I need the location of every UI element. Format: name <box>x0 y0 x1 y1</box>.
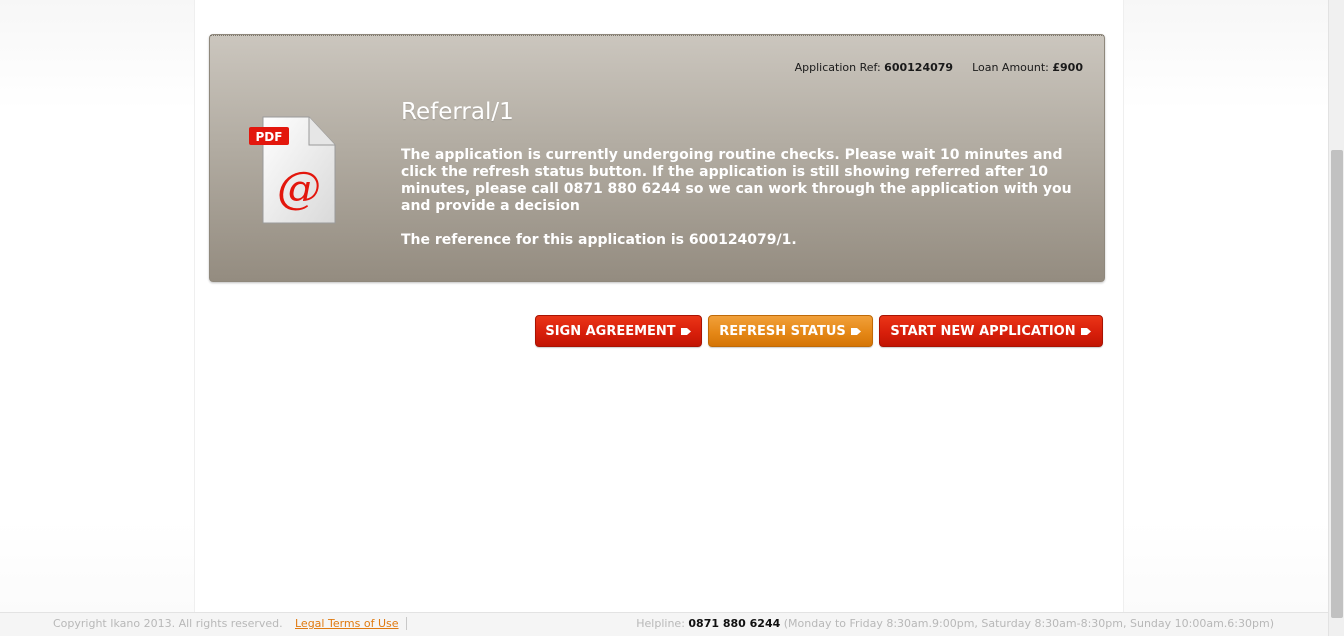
loan-amount-value: £900 <box>1052 61 1083 74</box>
helpline-hours: (Monday to Friday 8:30am.9:00pm, Saturda… <box>783 617 1274 630</box>
application-ref-value: 600124079 <box>884 61 954 74</box>
start-new-application-label: START NEW APPLICATION <box>890 323 1076 339</box>
arrow-right-icon <box>680 327 691 335</box>
at-symbol-text: @ <box>277 163 321 214</box>
footer: Copyright Ikano 2013. All rights reserve… <box>0 612 1328 636</box>
panel-top-border <box>210 35 1104 36</box>
loan-amount-label: Loan Amount: <box>972 61 1049 74</box>
pdf-email-document-icon: PDF @ <box>247 115 337 225</box>
helpline-label: Helpline: <box>636 617 685 630</box>
helpline-info: Helpline: 0871 880 6244 (Monday to Frida… <box>636 617 1274 630</box>
vertical-scrollbar[interactable] <box>1328 0 1344 636</box>
legal-terms-link[interactable]: Legal Terms of Use <box>295 617 399 630</box>
application-ref-label: Application Ref: <box>794 61 881 74</box>
application-reference-text: The reference for this application is 60… <box>401 232 797 248</box>
refresh-status-label: REFRESH STATUS <box>719 323 846 339</box>
start-new-application-button[interactable]: START NEW APPLICATION <box>879 315 1103 347</box>
pdf-badge-text: PDF <box>256 130 283 144</box>
footer-divider <box>406 617 407 630</box>
scrollbar-thumb[interactable] <box>1331 150 1343 618</box>
refresh-status-button[interactable]: REFRESH STATUS <box>708 315 873 347</box>
sign-agreement-label: SIGN AGREEMENT <box>545 323 676 339</box>
arrow-right-icon <box>850 327 861 335</box>
status-message: The application is currently undergoing … <box>401 147 1072 214</box>
sign-agreement-button[interactable]: SIGN AGREEMENT <box>535 315 702 347</box>
application-info: Application Ref: 600124079 Loan Amount: … <box>795 61 1083 74</box>
copyright-text: Copyright Ikano 2013. All rights reserve… <box>53 617 283 630</box>
status-panel: Application Ref: 600124079 Loan Amount: … <box>209 34 1105 282</box>
status-title: Referral/1 <box>401 99 514 125</box>
helpline-number: 0871 880 6244 <box>688 617 781 630</box>
arrow-right-icon <box>1080 327 1091 335</box>
